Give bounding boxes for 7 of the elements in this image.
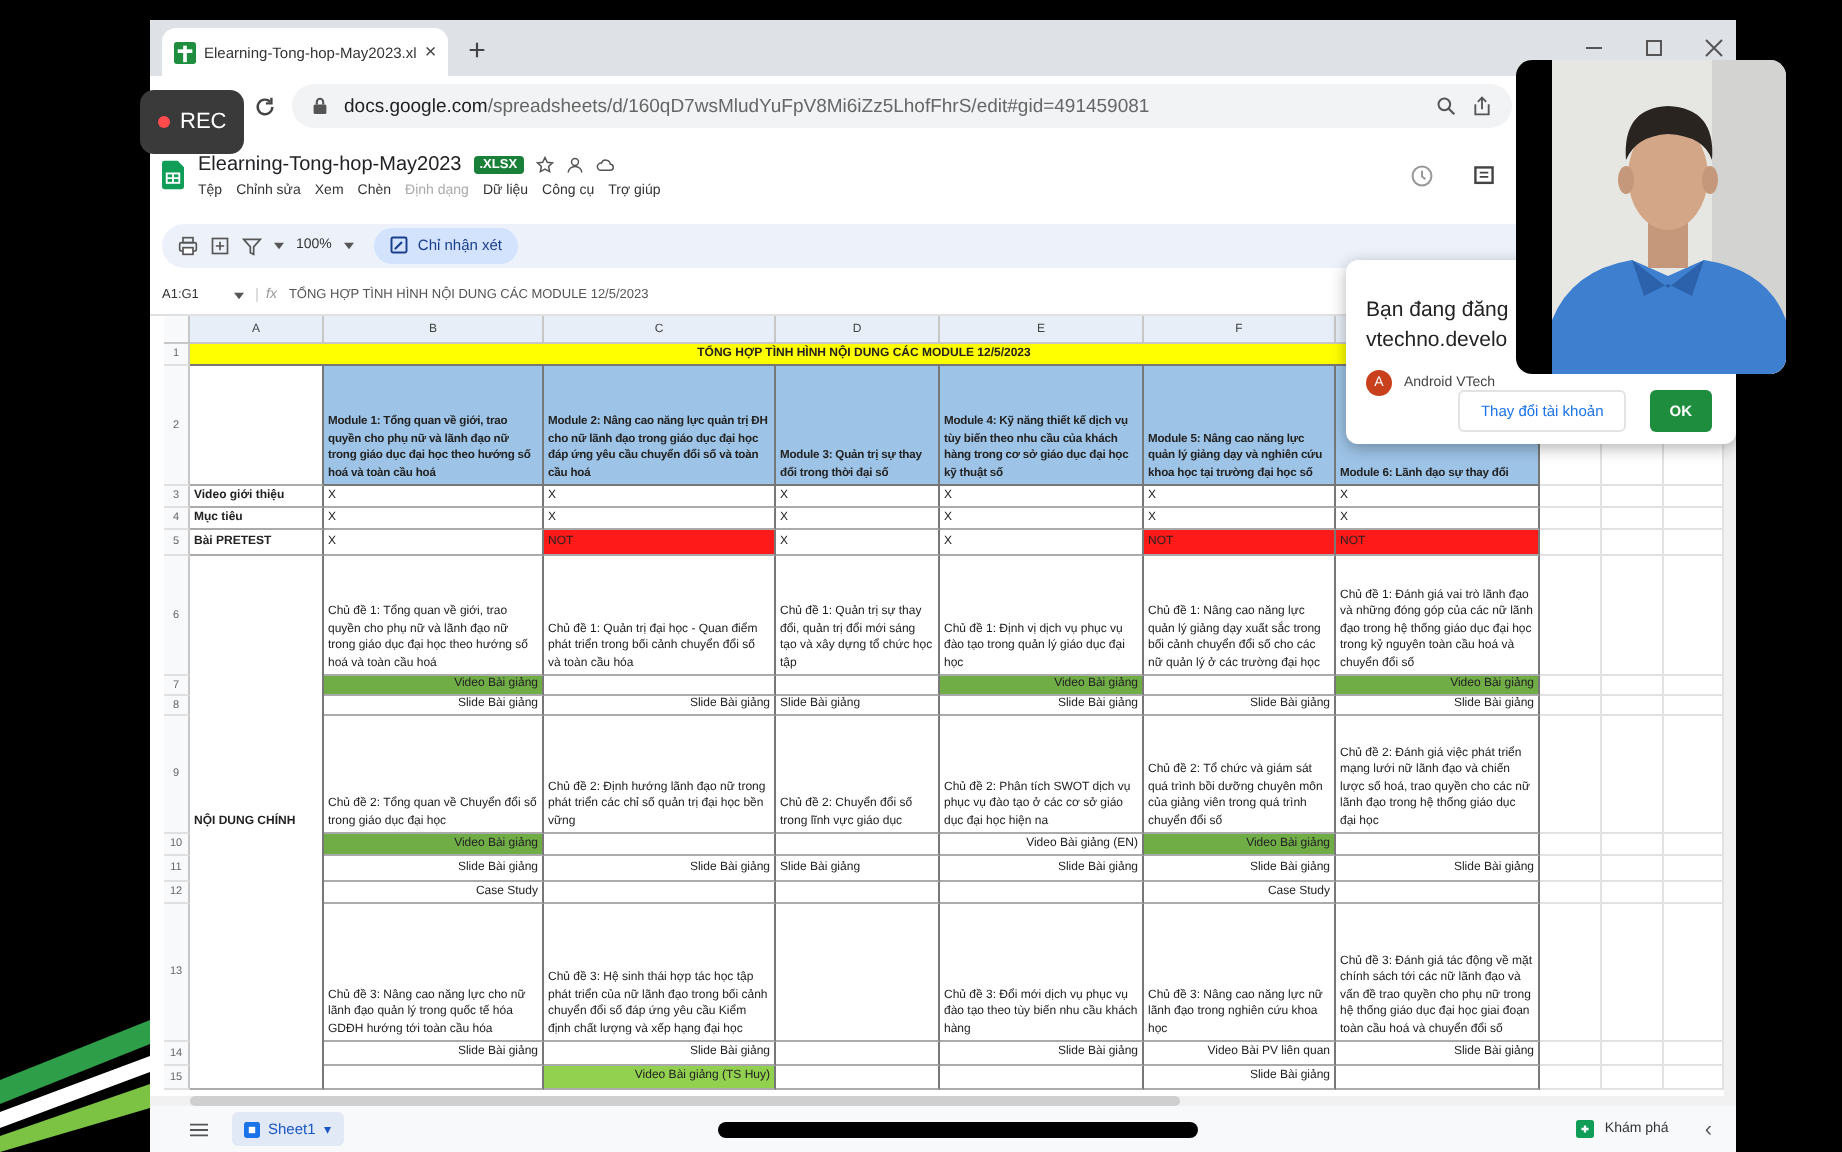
recording-badge: REC [140,90,244,154]
new-tab-button[interactable]: + [468,34,486,68]
address-bar[interactable]: docs.google.com/spreadsheets/d/160qD7wsMludYuFpV8Mi6iZz5LhofFhrS/edit#gid=491459081 [292,84,1512,128]
dialog-text: Bạn đang đăng [1366,296,1509,326]
collapse-button[interactable]: ‹ [1704,1117,1712,1141]
document-title[interactable]: Elearning-Tong-hop-May2023 [198,153,462,175]
close-tab-button[interactable]: × [424,41,437,63]
